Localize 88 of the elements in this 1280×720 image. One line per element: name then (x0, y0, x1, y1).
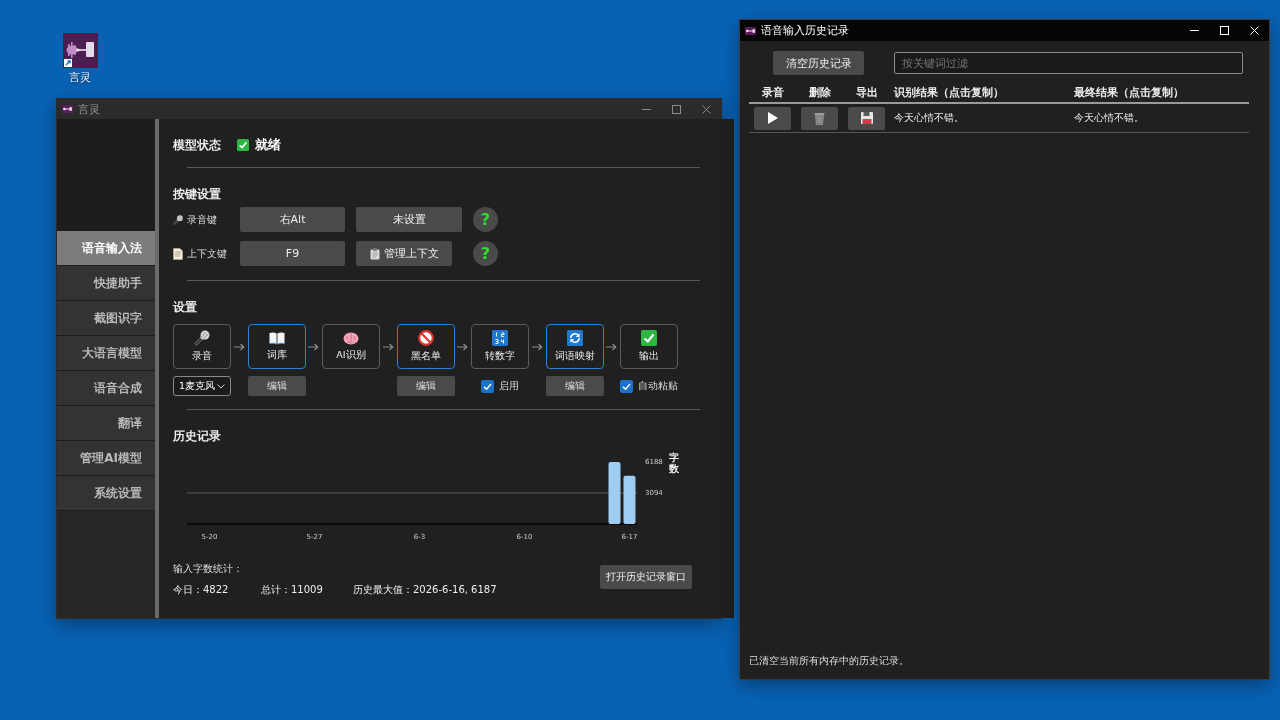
maximize-icon (671, 104, 681, 114)
arrow-icon (382, 342, 394, 351)
status-label: 模型状态 (173, 137, 222, 153)
dropdown[interactable]: 1麦克风 (173, 376, 231, 396)
microphone-icon (194, 330, 210, 346)
edit-button[interactable]: 编辑 (545, 376, 604, 396)
clear-history-button[interactable]: 清空历史记录 (773, 51, 864, 75)
close-icon (1249, 26, 1259, 35)
app-shortcut-icon[interactable] (62, 33, 98, 68)
hotkey-button[interactable]: 未设置 (356, 207, 462, 232)
step-label: 词语映射 (554, 350, 595, 363)
section-title: 历史记录 (173, 428, 221, 444)
manage-button[interactable]: 管理上下文 (356, 241, 452, 266)
table-cell[interactable]: 今天心情不错。 (1074, 111, 1144, 125)
step-label: 转数字 (485, 350, 515, 363)
table-cell[interactable]: 今天心情不错。 (894, 111, 964, 125)
section-title: 按键设置 (173, 186, 221, 202)
number-tile-icon (492, 330, 508, 346)
column-header: 删除 (808, 85, 831, 100)
delete-button[interactable] (801, 106, 838, 130)
minimize-icon (641, 108, 651, 110)
checkbox-label: 自动粘贴 (638, 379, 678, 393)
export-button[interactable] (848, 106, 885, 130)
step-label: 词库 (266, 349, 287, 362)
hotkey-button[interactable]: F9 (240, 241, 345, 266)
sidebar-item[interactable]: 语音合成 (57, 371, 155, 405)
maximize-icon (1219, 26, 1229, 35)
arrow-icon (606, 342, 618, 351)
checkbox[interactable] (481, 379, 494, 393)
close-icon (701, 104, 711, 114)
clipboard-icon (369, 247, 380, 260)
step-label: 黑名单 (410, 350, 441, 363)
edit-button[interactable]: 编辑 (247, 376, 306, 396)
play-button[interactable] (754, 106, 791, 130)
prohibited-icon (417, 330, 434, 346)
hotkey-label: 上下文键 (187, 246, 227, 261)
help-button[interactable]: ? (473, 241, 498, 266)
refresh-icon (566, 330, 583, 346)
hotkey-label: 录音键 (187, 212, 217, 227)
sidebar-item[interactable]: 大语言模型 (57, 336, 155, 370)
status-value: 就绪 (255, 136, 281, 154)
arrow-icon (457, 342, 469, 351)
book-icon (268, 331, 285, 345)
column-header: 导出 (855, 85, 878, 100)
minimize-icon (1189, 30, 1199, 31)
app-icon (745, 26, 756, 35)
status-text: 已清空当前所有内存中的历史记录。 (749, 655, 909, 668)
stats-text: 总计：11009 (261, 583, 323, 597)
chart-bar (623, 475, 636, 524)
arrow-icon (308, 342, 320, 351)
microphone-icon (173, 214, 183, 225)
desktop-icon-label[interactable]: 言灵 (69, 71, 91, 84)
chevron-down-icon (217, 383, 225, 389)
hotkey-button[interactable]: 右Alt (240, 207, 345, 232)
sidebar-item[interactable]: 管理AI模型 (57, 441, 155, 475)
edit-button[interactable]: 编辑 (396, 376, 455, 396)
brain-icon (343, 331, 359, 345)
step-label: 输出 (639, 350, 659, 363)
stats-text: 今日：4822 (173, 583, 229, 597)
sidebar-item[interactable]: 翻译 (57, 406, 155, 440)
column-header: 录音 (761, 85, 784, 100)
column-header: 识别结果（点击复制） (894, 85, 1004, 100)
window-title: 语音输入历史记录 (761, 24, 849, 37)
checkbox[interactable] (620, 379, 633, 393)
stats-text: 历史最大值：2026-6-16, 6187 (353, 583, 497, 597)
filter-field[interactable]: 按关键词过滤 (894, 52, 1243, 74)
document-icon (173, 247, 183, 260)
column-header: 最终结果（点击复制） (1074, 85, 1184, 100)
step-label: 录音 (192, 350, 212, 363)
play-icon (767, 112, 778, 124)
checkbox-label: 启用 (499, 379, 519, 393)
stats-title: 输入字数统计： (173, 562, 243, 576)
help-button[interactable]: ? (473, 207, 498, 232)
arrow-icon (233, 342, 245, 351)
check-icon (641, 330, 657, 346)
sidebar-item[interactable]: 截图识字 (57, 301, 155, 335)
axis-title: 字数 (669, 452, 679, 474)
window-title: 言灵 (78, 102, 100, 116)
section-title: 设置 (173, 299, 197, 315)
chart-bar (608, 462, 621, 524)
app-icon (62, 105, 73, 113)
sidebar-item[interactable]: 系统设置 (57, 476, 155, 510)
trash-icon (814, 111, 825, 125)
sidebar-item[interactable]: 语音输入法 (57, 231, 155, 265)
sidebar-item[interactable]: 快捷助手 (57, 266, 155, 300)
open-history-button[interactable]: 打开历史记录窗口 (600, 565, 692, 589)
step-label: AI识别 (336, 348, 366, 362)
arrow-icon (531, 342, 543, 351)
